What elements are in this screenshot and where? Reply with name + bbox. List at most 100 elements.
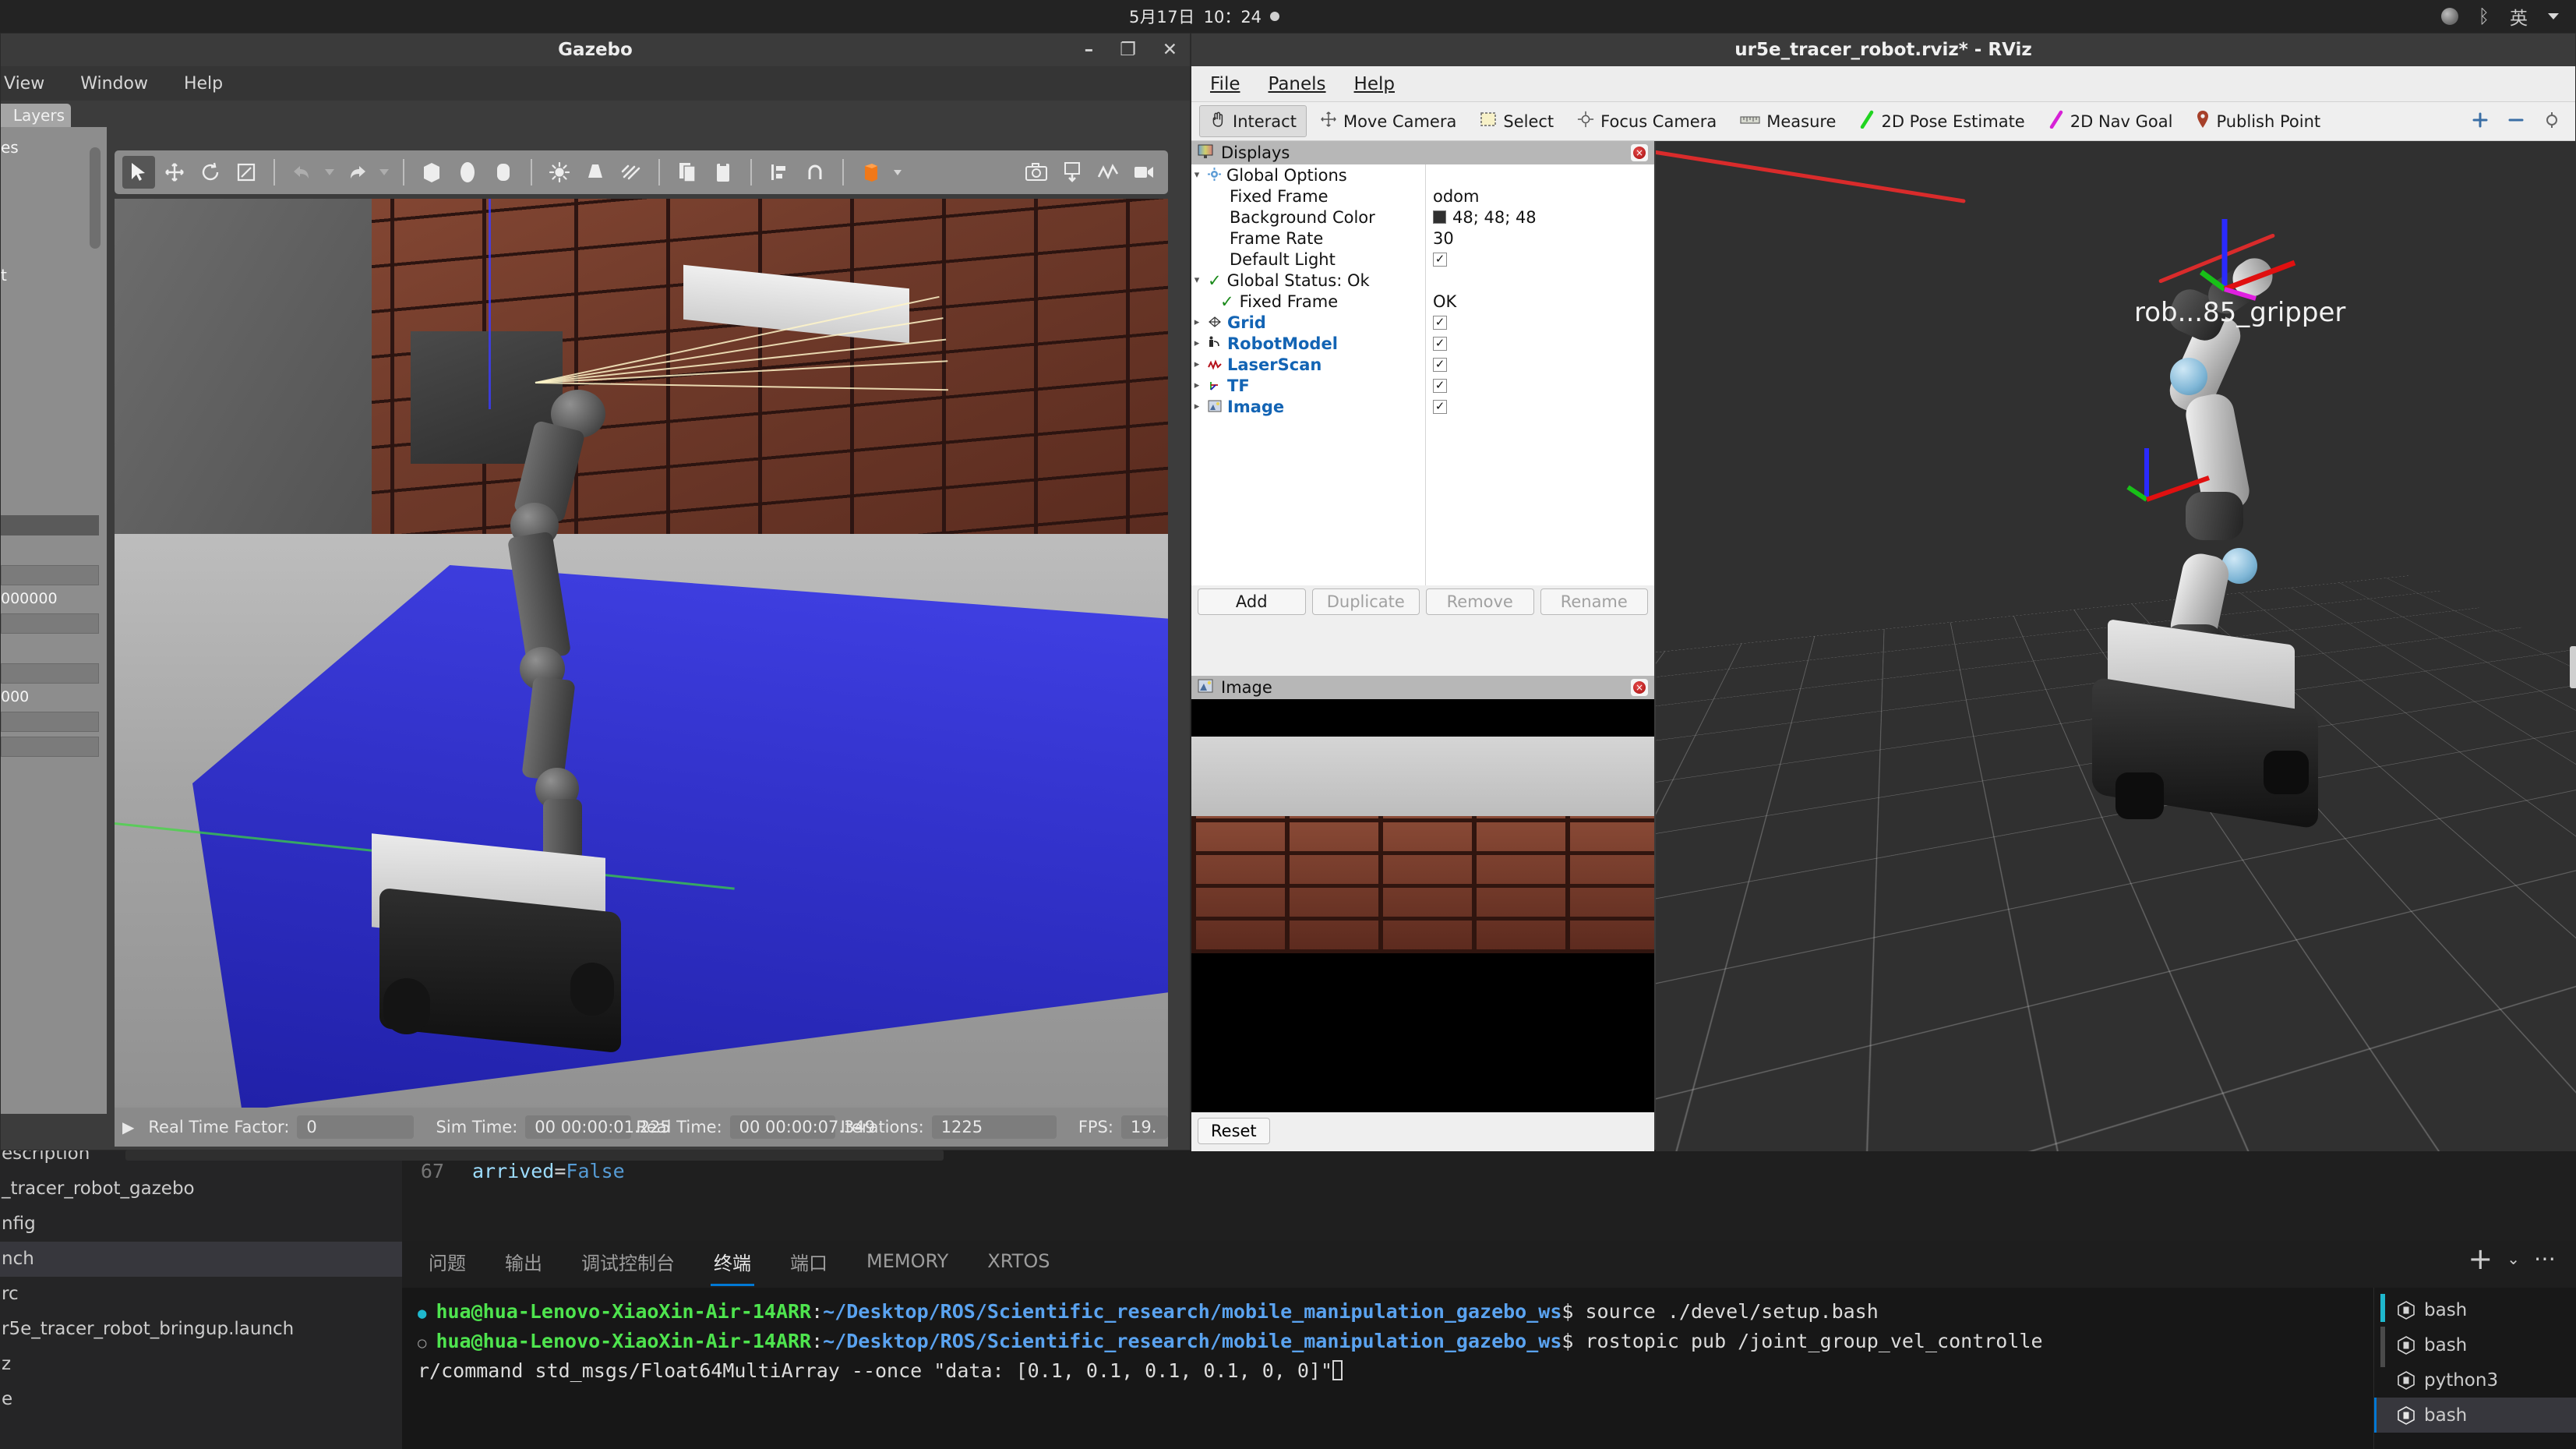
panel-action-bar[interactable]: + ⌄ ⋯ (2468, 1244, 2557, 1274)
tab-xrtos[interactable]: XRTOS (984, 1247, 1053, 1280)
input-method-indicator[interactable]: 英 (2510, 3, 2528, 30)
new-terminal-icon[interactable]: + (2468, 1244, 2493, 1274)
explorer-sidebar[interactable]: escription _tracer_robot_gazebo nfig nch… (0, 1132, 402, 1449)
directional-light-icon[interactable] (615, 156, 648, 189)
system-tray[interactable]: ᛒ 英 (2440, 3, 2559, 30)
checkbox-checked[interactable]: ✓ (1433, 252, 1447, 267)
play-icon[interactable]: ▶ (122, 1118, 134, 1136)
gazebo-toolbar[interactable] (115, 150, 1168, 194)
tree-value[interactable]: 48; 48; 48 (1452, 208, 1537, 227)
explorer-item[interactable]: nfig (0, 1207, 402, 1242)
tree-row-image[interactable]: ▸ Image ✓ (1191, 396, 1654, 417)
undo-icon[interactable] (286, 156, 319, 189)
tree-row-robotmodel[interactable]: ▸ RobotModel ✓ (1191, 333, 1654, 354)
tree-row-global-status[interactable]: ▾ ✓ Global Status: Ok (1191, 270, 1654, 291)
checkbox-checked[interactable]: ✓ (1433, 357, 1447, 372)
copy-icon[interactable] (671, 156, 704, 189)
tab-memory[interactable]: MEMORY (863, 1247, 951, 1280)
explorer-item[interactable]: e (0, 1382, 402, 1417)
list-item[interactable]: python3 (2374, 1362, 2576, 1398)
align-icon[interactable] (763, 156, 796, 189)
tree-value[interactable]: odom (1433, 187, 1479, 206)
tool-2d-nav-goal[interactable]: 2D Nav Goal (2038, 104, 2183, 138)
tool-interact[interactable]: Interact (1199, 105, 1307, 137)
checkbox-checked[interactable]: ✓ (1433, 399, 1447, 414)
explorer-item[interactable]: z (0, 1347, 402, 1382)
panel-field[interactable] (1, 613, 99, 634)
explorer-item-selected[interactable]: nch (0, 1242, 402, 1277)
tree-row-tf[interactable]: ▸ TF ✓ (1191, 375, 1654, 396)
tab-terminal[interactable]: 终端 (711, 1245, 754, 1286)
gazebo-3d-viewport[interactable] (115, 199, 1168, 1112)
tool-move-camera[interactable]: Move Camera (1310, 105, 1466, 137)
explorer-item[interactable]: rc (0, 1277, 402, 1312)
checkbox-checked[interactable]: ✓ (1433, 378, 1447, 393)
chevron-down-icon[interactable]: ▾ (1191, 274, 1202, 286)
tab-layers[interactable]: Layers (1, 104, 71, 127)
menu-file[interactable]: File (1210, 74, 1240, 94)
plot-icon[interactable] (1092, 156, 1124, 189)
displays-tree[interactable]: ▾ Global Options Fixed Frame odom Backgr… (1191, 164, 1654, 585)
chevron-right-icon[interactable]: ▸ (1191, 316, 1202, 328)
tool-focus-camera[interactable]: Focus Camera (1567, 105, 1727, 137)
gazebo-left-panel[interactable]: Layers es t 000000 000 (1, 101, 107, 1114)
gazebo-panel-tabs[interactable]: Layers (1, 101, 107, 127)
chevron-right-icon[interactable]: ▸ (1191, 338, 1202, 349)
panel-scrollbar[interactable] (90, 147, 101, 249)
clock[interactable]: 5月17日 10：24 (1129, 5, 1280, 28)
gazebo-menubar[interactable]: View Window Help (1, 66, 1190, 101)
explorer-item[interactable]: r5e_tracer_robot_bringup.launch (0, 1312, 402, 1347)
chevron-down-icon[interactable] (2548, 13, 2559, 19)
bottom-panel-tabs[interactable]: 问题 输出 调试控制台 终端 端口 MEMORY XRTOS (402, 1242, 2576, 1286)
cylinder-icon[interactable] (487, 156, 520, 189)
tree-row-fixed-frame[interactable]: Fixed Frame odom (1191, 186, 1654, 207)
more-actions-icon[interactable]: ⋯ (2534, 1246, 2557, 1271)
log-icon[interactable] (1056, 156, 1089, 189)
screenshot-icon[interactable] (1020, 156, 1053, 189)
explorer-item[interactable]: _tracer_robot_gazebo (0, 1172, 402, 1207)
undo-dropdown-icon[interactable] (322, 156, 337, 189)
chevron-down-icon[interactable]: ▾ (1191, 169, 1202, 181)
tree-row-status-fixed-frame[interactable]: ✓ Fixed Frame OK (1191, 291, 1654, 312)
rename-button[interactable]: Rename (1540, 588, 1648, 615)
bluetooth-icon[interactable]: ᛒ (2479, 5, 2490, 27)
tool-2d-pose-estimate[interactable]: 2D Pose Estimate (1849, 104, 2034, 138)
menu-panels[interactable]: Panels (1269, 74, 1326, 94)
panel-field[interactable] (1, 663, 99, 684)
rviz-toolbar[interactable]: Interact Move Camera Select Focus Camera (1191, 102, 2575, 141)
tool-measure[interactable]: Measure (1730, 107, 1846, 136)
list-item[interactable]: bash (2374, 1292, 2576, 1327)
gazebo-left-panel-body[interactable]: es t 000000 000 (1, 127, 107, 1114)
spot-light-icon[interactable] (579, 156, 612, 189)
maximize-button[interactable]: ❐ (1120, 40, 1136, 60)
panel-field[interactable] (1, 737, 99, 757)
terminal-output[interactable]: ● hua@hua-Lenovo-XiaoXin-Air-14ARR:~/Desk… (402, 1288, 2373, 1449)
color-swatch[interactable] (1433, 210, 1446, 224)
duplicate-button[interactable]: Duplicate (1311, 588, 1420, 615)
tool-select[interactable]: Select (1470, 105, 1564, 137)
tool-publish-point[interactable]: Publish Point (2186, 104, 2331, 138)
chevron-right-icon[interactable]: ▸ (1191, 401, 1202, 412)
chevron-right-icon[interactable]: ▸ (1191, 380, 1202, 391)
tab-debug-console[interactable]: 调试控制台 (578, 1245, 678, 1283)
displays-button-row[interactable]: Add Duplicate Remove Rename (1191, 585, 1654, 618)
viewport-resize-handle[interactable] (2570, 646, 2576, 688)
tab-problems[interactable]: 问题 (425, 1245, 469, 1283)
joint-icon[interactable] (855, 156, 887, 189)
menu-help[interactable]: Help (1354, 74, 1395, 94)
menu-window[interactable]: Window (77, 72, 151, 95)
select-arrow-icon[interactable] (122, 156, 155, 189)
chevron-down-icon[interactable]: ⌄ (2507, 1249, 2520, 1268)
tree-row-laserscan[interactable]: ▸ LaserScan ✓ (1191, 354, 1654, 375)
point-light-icon[interactable] (543, 156, 576, 189)
tree-value[interactable]: 30 (1433, 229, 1454, 248)
menu-view[interactable]: View (1, 72, 48, 95)
rotate-icon[interactable] (194, 156, 227, 189)
tab-ports[interactable]: 端口 (787, 1245, 831, 1283)
box-icon[interactable] (415, 156, 448, 189)
checkbox-checked[interactable]: ✓ (1433, 315, 1447, 330)
minimize-button[interactable]: – (1085, 40, 1094, 60)
rviz-3d-viewport[interactable]: rob...85_gripper (1656, 141, 2576, 1151)
redo-icon[interactable] (341, 156, 373, 189)
rviz-menubar[interactable]: File Panels Help (1191, 66, 2575, 102)
